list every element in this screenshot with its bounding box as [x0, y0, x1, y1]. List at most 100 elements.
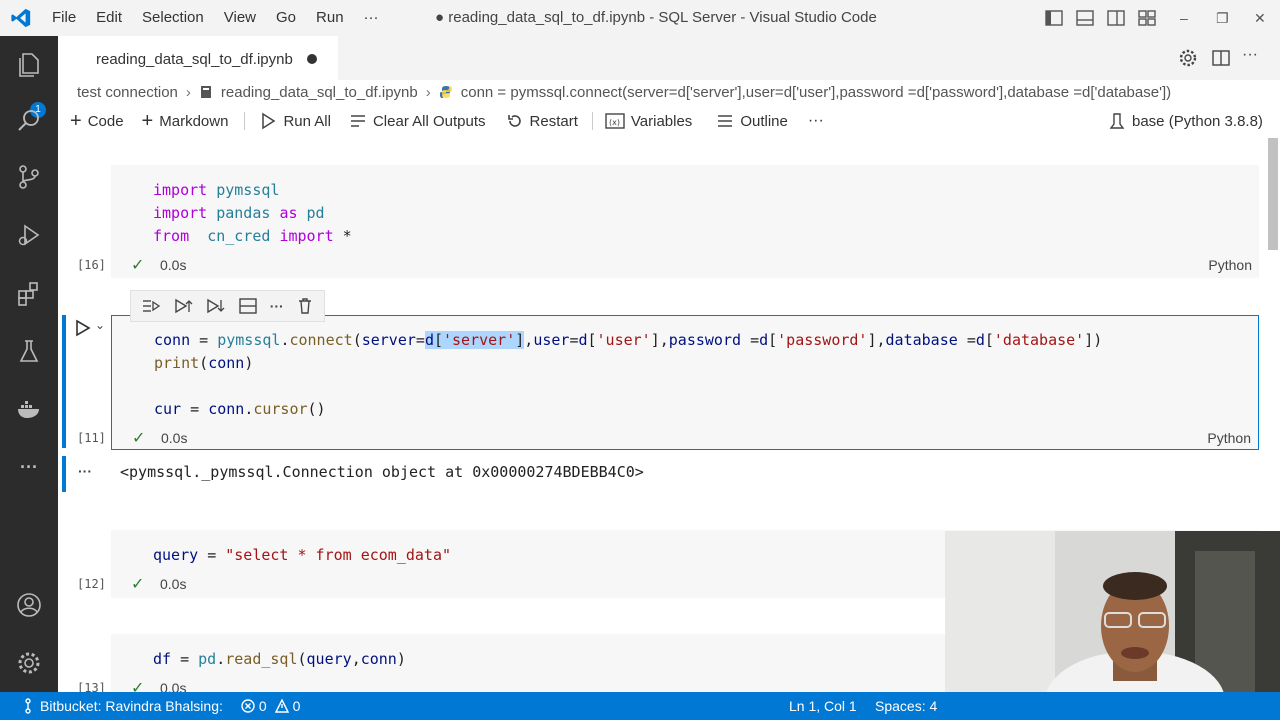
- more-actions-icon[interactable]: ···: [1242, 46, 1258, 64]
- tab-bar: reading_data_sql_to_df.ipynb ···: [58, 36, 1280, 80]
- run-options-chevron-icon[interactable]: ⌄: [95, 318, 105, 332]
- close-window-button[interactable]: ✕: [1254, 0, 1266, 36]
- outline-label: Outline: [740, 112, 788, 130]
- toggle-panel-icon[interactable]: [1075, 8, 1095, 28]
- plus-icon: +: [141, 109, 154, 132]
- cell-language[interactable]: Python: [1207, 430, 1251, 446]
- extensions-icon[interactable]: [12, 276, 46, 310]
- cell-toolbar: ···: [130, 290, 325, 322]
- run-all-button[interactable]: Run All: [259, 112, 331, 130]
- manage-gear-icon[interactable]: [12, 646, 46, 680]
- execution-time: 0.0s: [160, 680, 187, 692]
- testing-icon[interactable]: [12, 334, 46, 368]
- cell-output: <pymssql._pymssql.Connection object at 0…: [120, 463, 644, 481]
- code-line[interactable]: df = pd.read_sql(query,conn): [153, 650, 406, 668]
- code-line[interactable]: query = "select * from ecom_data": [153, 546, 451, 564]
- title-bar: File Edit Selection View Go Run ··· ● re…: [0, 0, 1280, 36]
- toolbar-more-icon[interactable]: ···: [808, 112, 824, 130]
- split-editor-icon[interactable]: [1211, 48, 1231, 68]
- breadcrumb-folder[interactable]: test connection: [77, 84, 178, 101]
- branch-status[interactable]: Bitbucket: Ravindra Bhalsing:: [40, 698, 223, 714]
- search-icon[interactable]: [12, 104, 46, 138]
- output-more-icon[interactable]: ···: [78, 463, 92, 479]
- menu-go[interactable]: Go: [266, 0, 306, 36]
- execution-time: 0.0s: [160, 257, 187, 273]
- add-code-cell-button[interactable]: + Code: [70, 110, 124, 133]
- code-line[interactable]: import pymssql: [153, 181, 279, 199]
- notebook-settings-gear-icon[interactable]: [1178, 48, 1198, 68]
- menu-view[interactable]: View: [214, 0, 266, 36]
- source-control-icon[interactable]: [12, 160, 46, 194]
- run-by-line-icon[interactable]: [141, 297, 161, 315]
- menu-more[interactable]: ···: [354, 0, 389, 36]
- code-line[interactable]: import pandas as pd: [153, 204, 325, 222]
- menu-edit[interactable]: Edit: [86, 0, 132, 36]
- svg-text:(x): (x): [609, 118, 620, 127]
- window-title: ● reading_data_sql_to_df.ipynb - SQL Ser…: [435, 9, 877, 26]
- layout-controls: [1044, 8, 1157, 28]
- menu-run[interactable]: Run: [306, 0, 354, 36]
- warning-count: 0: [292, 698, 301, 714]
- toggle-primary-sidebar-icon[interactable]: [1044, 8, 1064, 28]
- clear-outputs-label: Clear All Outputs: [372, 112, 486, 130]
- clear-all-outputs-button[interactable]: Clear All Outputs: [349, 112, 486, 130]
- git-branch-icon: [25, 698, 31, 714]
- add-code-label: Code: [87, 112, 124, 130]
- breadcrumb: test connection › reading_data_sql_to_df…: [58, 80, 1280, 104]
- success-check-icon: ✓: [131, 257, 145, 274]
- execute-above-cells-icon[interactable]: [173, 297, 193, 315]
- notebook-toolbar: + Code + Markdown Run All Clear All Outp…: [58, 104, 1280, 138]
- customize-layout-icon[interactable]: [1137, 8, 1157, 28]
- code-cell-imports[interactable]: import pymssql import pandas as pd from …: [111, 165, 1259, 278]
- unsaved-dot-icon[interactable]: [306, 54, 317, 64]
- problems-status[interactable]: 0 0: [241, 698, 301, 714]
- run-debug-icon[interactable]: [12, 218, 46, 252]
- vertical-scrollbar[interactable]: [1268, 138, 1278, 250]
- vscode-logo-icon: [0, 0, 42, 36]
- code-line[interactable]: from cn_cred import *: [153, 227, 352, 245]
- execute-cell-and-below-icon[interactable]: [205, 297, 225, 315]
- docker-icon[interactable]: [12, 392, 46, 426]
- toggle-secondary-sidebar-icon[interactable]: [1106, 8, 1126, 28]
- explorer-icon[interactable]: [12, 48, 46, 82]
- accounts-icon[interactable]: [12, 588, 46, 622]
- tab-notebook[interactable]: reading_data_sql_to_df.ipynb: [58, 36, 338, 80]
- kernel-icon: [1109, 113, 1125, 129]
- add-markdown-cell-button[interactable]: + Markdown: [142, 110, 229, 133]
- toolbar-divider: [591, 112, 593, 130]
- error-icon: [241, 699, 255, 713]
- code-line[interactable]: conn = pymssql.connect(server=d['server'…: [154, 331, 1102, 349]
- cell-language[interactable]: Python: [1208, 257, 1252, 273]
- code-line[interactable]: cur = conn.cursor(): [154, 400, 326, 418]
- menu-selection[interactable]: Selection: [132, 0, 214, 36]
- code-cell-connect[interactable]: conn = pymssql.connect(server=d['server'…: [111, 315, 1259, 450]
- code-line[interactable]: print(conn): [154, 354, 253, 372]
- add-markdown-label: Markdown: [159, 112, 229, 130]
- execution-count: [12]: [77, 577, 106, 591]
- plus-icon: +: [70, 109, 82, 132]
- restart-kernel-button[interactable]: Restart: [506, 112, 578, 130]
- success-check-icon: ✓: [132, 430, 146, 447]
- cell-more-icon[interactable]: ···: [270, 298, 284, 314]
- notebook-file-icon: [200, 86, 211, 98]
- success-check-icon: ✓: [131, 680, 145, 692]
- variables-label: Variables: [630, 112, 693, 130]
- split-cell-icon[interactable]: [238, 297, 258, 315]
- tab-label: reading_data_sql_to_df.ipynb: [96, 50, 293, 68]
- outline-button[interactable]: Outline: [716, 112, 788, 130]
- breadcrumb-symbol[interactable]: conn = pymssql.connect(server=d['server'…: [461, 84, 1171, 101]
- variables-button[interactable]: (x) Variables: [605, 112, 692, 130]
- cursor-position[interactable]: Ln 1, Col 1: [789, 698, 857, 714]
- breadcrumb-file[interactable]: reading_data_sql_to_df.ipynb: [221, 84, 418, 101]
- breadcrumb-separator-icon: ›: [185, 83, 191, 101]
- menu-file[interactable]: File: [42, 0, 86, 36]
- execution-time: 0.0s: [160, 576, 187, 592]
- run-cell-icon[interactable]: [75, 319, 91, 337]
- delete-cell-trash-icon[interactable]: [296, 297, 314, 315]
- more-views-icon[interactable]: ···: [12, 450, 46, 484]
- minimize-button[interactable]: –: [1180, 0, 1188, 36]
- maximize-button[interactable]: ❐: [1216, 0, 1229, 36]
- indentation-status[interactable]: Spaces: 4: [875, 698, 937, 714]
- focused-output-indicator: [62, 456, 66, 492]
- kernel-picker[interactable]: base (Python 3.8.8): [1108, 112, 1263, 130]
